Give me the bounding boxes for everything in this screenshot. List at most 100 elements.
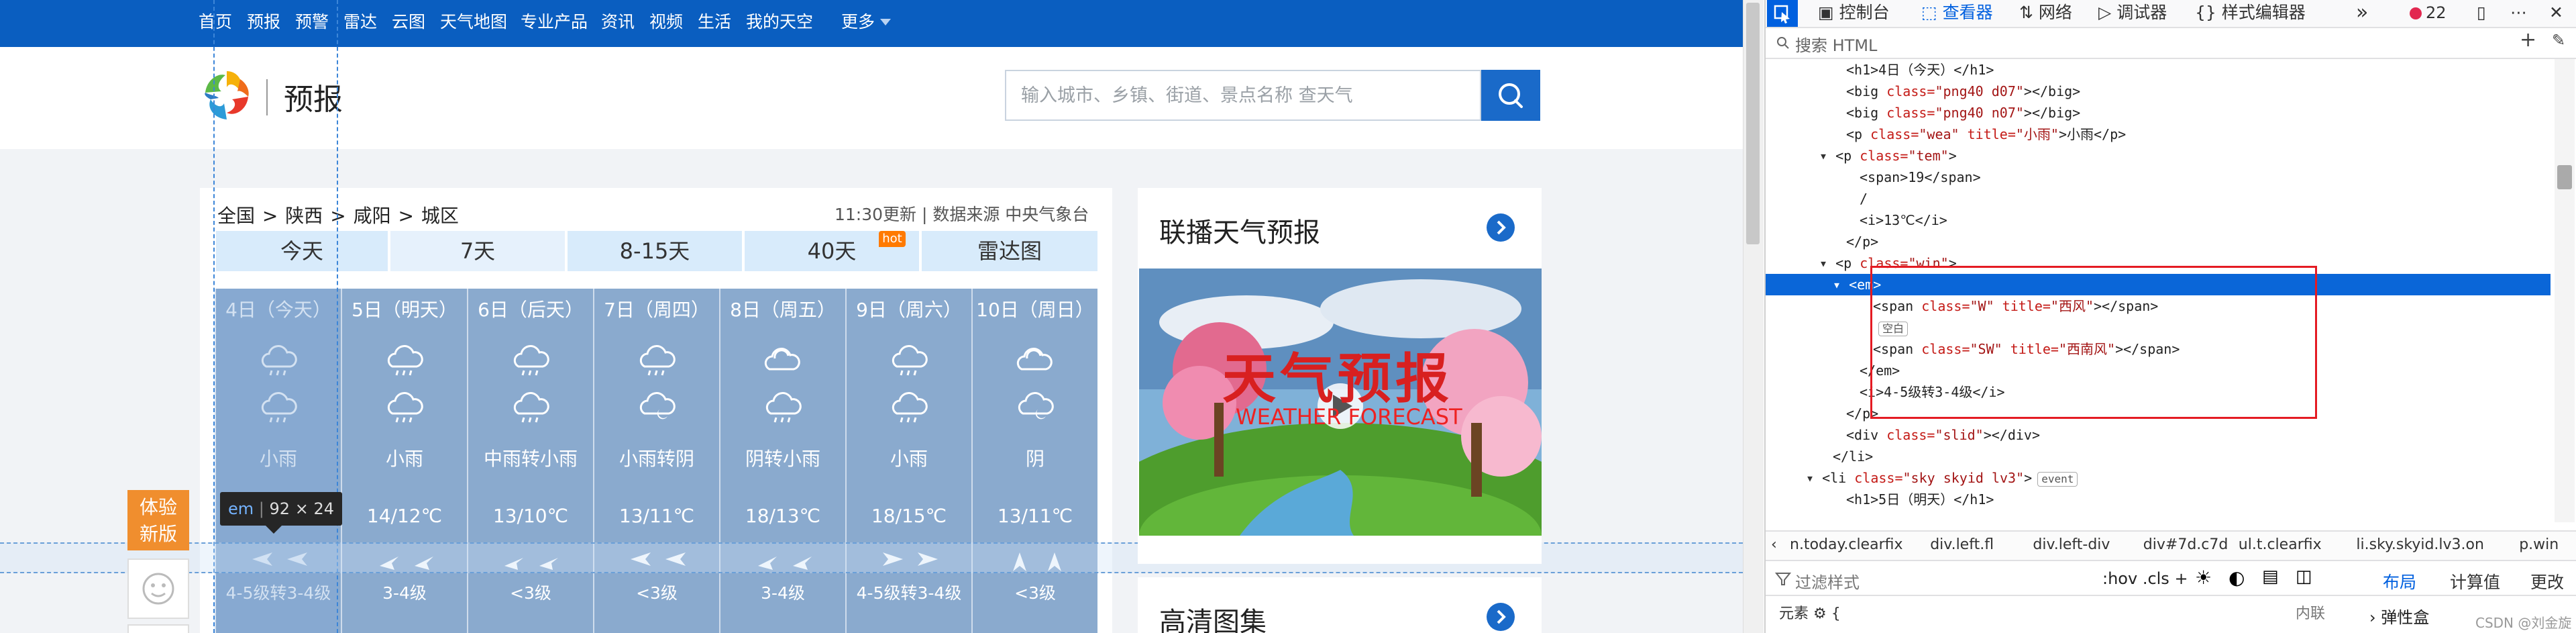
tab-changes[interactable]: 更改 xyxy=(2530,569,2564,593)
search-box xyxy=(1005,70,1481,121)
tab-radar[interactable]: 雷达图 xyxy=(922,231,1097,271)
search-button[interactable] xyxy=(1481,70,1540,121)
crumb-item[interactable]: div.left-div xyxy=(2033,532,2110,558)
sidebar-toggle-icon[interactable]: ◫ xyxy=(2296,567,2312,587)
flexbox-section[interactable]: › 弹性盒 xyxy=(2369,604,2429,628)
markup-node[interactable]: / xyxy=(1766,188,2551,209)
markup-token: <big xyxy=(1846,83,1887,99)
tab-debugger-label: 调试器 xyxy=(2116,3,2167,22)
tooltip-tag: em xyxy=(228,499,254,518)
more-options-icon[interactable]: ⋯ xyxy=(2510,0,2527,27)
day-column[interactable]: 8日（周五） 阴转小雨 18/13℃ 3-4级 xyxy=(720,289,847,633)
tab-network[interactable]: ⇅ 网络 xyxy=(2019,0,2072,27)
nav-link-cloud[interactable]: 云图 xyxy=(392,0,425,47)
element-picker-button[interactable] xyxy=(1767,0,1798,27)
day-column[interactable]: 7日（周四） 小雨转阴 13/11℃ <3级 xyxy=(594,289,720,633)
markup-node[interactable]: <div class="slid"></div> xyxy=(1766,424,2551,446)
try-new-version-button[interactable]: 体验 新版 xyxy=(127,490,189,550)
dark-mode-icon[interactable]: ◐ xyxy=(2229,567,2245,589)
tab-computed[interactable]: 计算值 xyxy=(2450,569,2500,593)
markup-node[interactable]: <big class="png40 n07"></big> xyxy=(1766,102,2551,124)
markup-node[interactable]: <span>19</span> xyxy=(1766,166,2551,188)
tab-8-15day[interactable]: 8-15天 xyxy=(568,231,742,271)
breadcrumb-item: 城区 xyxy=(421,205,459,227)
expand-twisty-icon[interactable]: ▾ xyxy=(1833,277,1849,293)
nav-link-life[interactable]: 生活 xyxy=(698,0,731,47)
rain-cloud-icon xyxy=(892,345,928,376)
crumb-item[interactable]: p.win xyxy=(2519,532,2559,558)
markup-node[interactable]: </p> xyxy=(1766,231,2551,252)
crumb-back-icon[interactable]: ‹ xyxy=(1771,532,1777,558)
eyedropper-icon[interactable]: ✎ xyxy=(2552,31,2565,50)
markup-scrollbar-thumb[interactable] xyxy=(2557,165,2572,189)
expand-twisty-icon[interactable]: ▾ xyxy=(1806,470,1822,486)
picker-icon xyxy=(1774,5,1790,23)
error-counter[interactable]: 22 xyxy=(2410,0,2447,27)
day-column[interactable]: 9日（周六） 小雨 18/15℃ 4-5级转3-4级 xyxy=(847,289,973,633)
gallery-more-button[interactable] xyxy=(1487,603,1515,631)
overflow-icon[interactable]: » xyxy=(2356,0,2368,27)
rain-cloud-icon xyxy=(765,392,802,423)
search-input[interactable] xyxy=(1006,71,1481,119)
markup-node[interactable]: <i>13℃</i> xyxy=(1766,209,2551,231)
tooltip-dims: 92 × 24 xyxy=(269,499,334,518)
dock-icon[interactable]: ▯ xyxy=(2477,0,2486,27)
light-mode-icon[interactable]: ☀ xyxy=(2195,567,2212,589)
add-node-icon[interactable]: + xyxy=(2520,28,2536,52)
page-scrollbar-thumb[interactable] xyxy=(1746,3,1760,244)
search-icon xyxy=(1499,83,1523,108)
lianbo-title[interactable]: 联播天气预报 xyxy=(1159,211,1320,250)
nav-link-news[interactable]: 资讯 xyxy=(601,0,635,47)
nav-link-weather-map[interactable]: 天气地图 xyxy=(440,0,507,47)
markup-node[interactable]: </li> xyxy=(1766,446,2551,467)
nav-link-more[interactable]: 更多 xyxy=(841,0,875,47)
filter-styles-input[interactable]: 过滤样式 xyxy=(1795,569,1860,593)
feedback-button[interactable] xyxy=(127,558,189,619)
crumb-item[interactable]: li.sky.skyid.lv3.on xyxy=(2356,532,2484,558)
tab-style-editor[interactable]: {} 样式编辑器 xyxy=(2195,0,2306,27)
close-icon[interactable]: ✕ xyxy=(2549,0,2563,27)
side-button-partial[interactable] xyxy=(127,624,189,633)
tab-layout[interactable]: 布局 xyxy=(2383,569,2416,593)
wind-level: <3级 xyxy=(636,583,678,603)
day-name: 5日（明天） xyxy=(352,299,458,321)
crumb-item[interactable]: div.left.fl xyxy=(1930,532,1994,558)
expand-twisty-icon[interactable]: ▾ xyxy=(1819,148,1835,164)
weather-text: 阴 xyxy=(1025,448,1044,470)
day-name: 7日（周四） xyxy=(604,299,710,321)
markup-node[interactable]: ▾ <li class="sky skyid lv3"> event xyxy=(1766,467,2551,489)
expand-twisty-icon[interactable]: ▾ xyxy=(1819,255,1835,271)
tab-inspector[interactable]: ⬚ 查看器 xyxy=(1921,0,1993,27)
crumb-item[interactable]: div#7d.c7d xyxy=(2143,532,2229,558)
markup-node[interactable]: <big class="png40 d07"></big> xyxy=(1766,81,2551,102)
markup-node[interactable]: <h1>4日（今天）</h1> xyxy=(1766,59,2551,81)
pseudo-class-toggles[interactable]: :hov .cls + xyxy=(2102,569,2188,588)
nav-link-my-sky[interactable]: 我的天空 xyxy=(746,0,813,47)
gallery-title[interactable]: 高清图集 xyxy=(1159,600,1267,633)
tab-debugger[interactable]: ▷ 调试器 xyxy=(2098,0,2167,27)
day-column[interactable]: 6日（后天） 中雨转小雨 13/10℃ <3级 xyxy=(468,289,594,633)
html-search-bar[interactable]: 搜索 HTML + ✎ xyxy=(1766,28,2576,59)
markup-token: <i>13℃</i> xyxy=(1860,212,1947,228)
crumb-item[interactable]: ul.t.clearfix xyxy=(2239,532,2322,558)
nav-link-video[interactable]: 视频 xyxy=(649,0,683,47)
day-column[interactable]: 10日（周日） 阴 13/11℃ <3级 xyxy=(973,289,1097,633)
print-icon[interactable]: ▤ xyxy=(2262,567,2279,587)
day-column[interactable]: 5日（明天） 小雨 14/12℃ 3-4级 xyxy=(342,289,468,633)
markup-token: <h1>5日（明天）</h1> xyxy=(1846,491,1994,507)
nav-link-radar[interactable]: 雷达 xyxy=(343,0,377,47)
markup-scrollbar[interactable] xyxy=(2555,59,2575,522)
crumb-item[interactable]: n.today.clearfix xyxy=(1790,532,1903,558)
lianbo-more-button[interactable] xyxy=(1487,213,1515,242)
devtools-panel: ▣ 控制台 ⬚ 查看器 ⇅ 网络 ▷ 调试器 {} 样式编辑器 » 22 ▯ ⋯… xyxy=(1764,0,2576,633)
markup-node[interactable]: ▾ <p class="tem"> xyxy=(1766,145,2551,166)
debugger-icon: ▷ xyxy=(2098,3,2117,22)
nav-link-products[interactable]: 专业产品 xyxy=(521,0,588,47)
breadcrumb-item[interactable]: 咸阳 xyxy=(354,205,391,227)
event-badge[interactable]: event xyxy=(2037,471,2078,487)
tab-console[interactable]: ▣ 控制台 xyxy=(1818,0,1890,27)
search-icon xyxy=(1777,37,1789,49)
markup-node[interactable]: <h1>5日（明天）</h1> xyxy=(1766,489,2551,510)
markup-node[interactable]: <p class="wea" title="小雨">小雨</p> xyxy=(1766,124,2551,145)
tab-7day[interactable]: 7天 xyxy=(390,231,565,271)
